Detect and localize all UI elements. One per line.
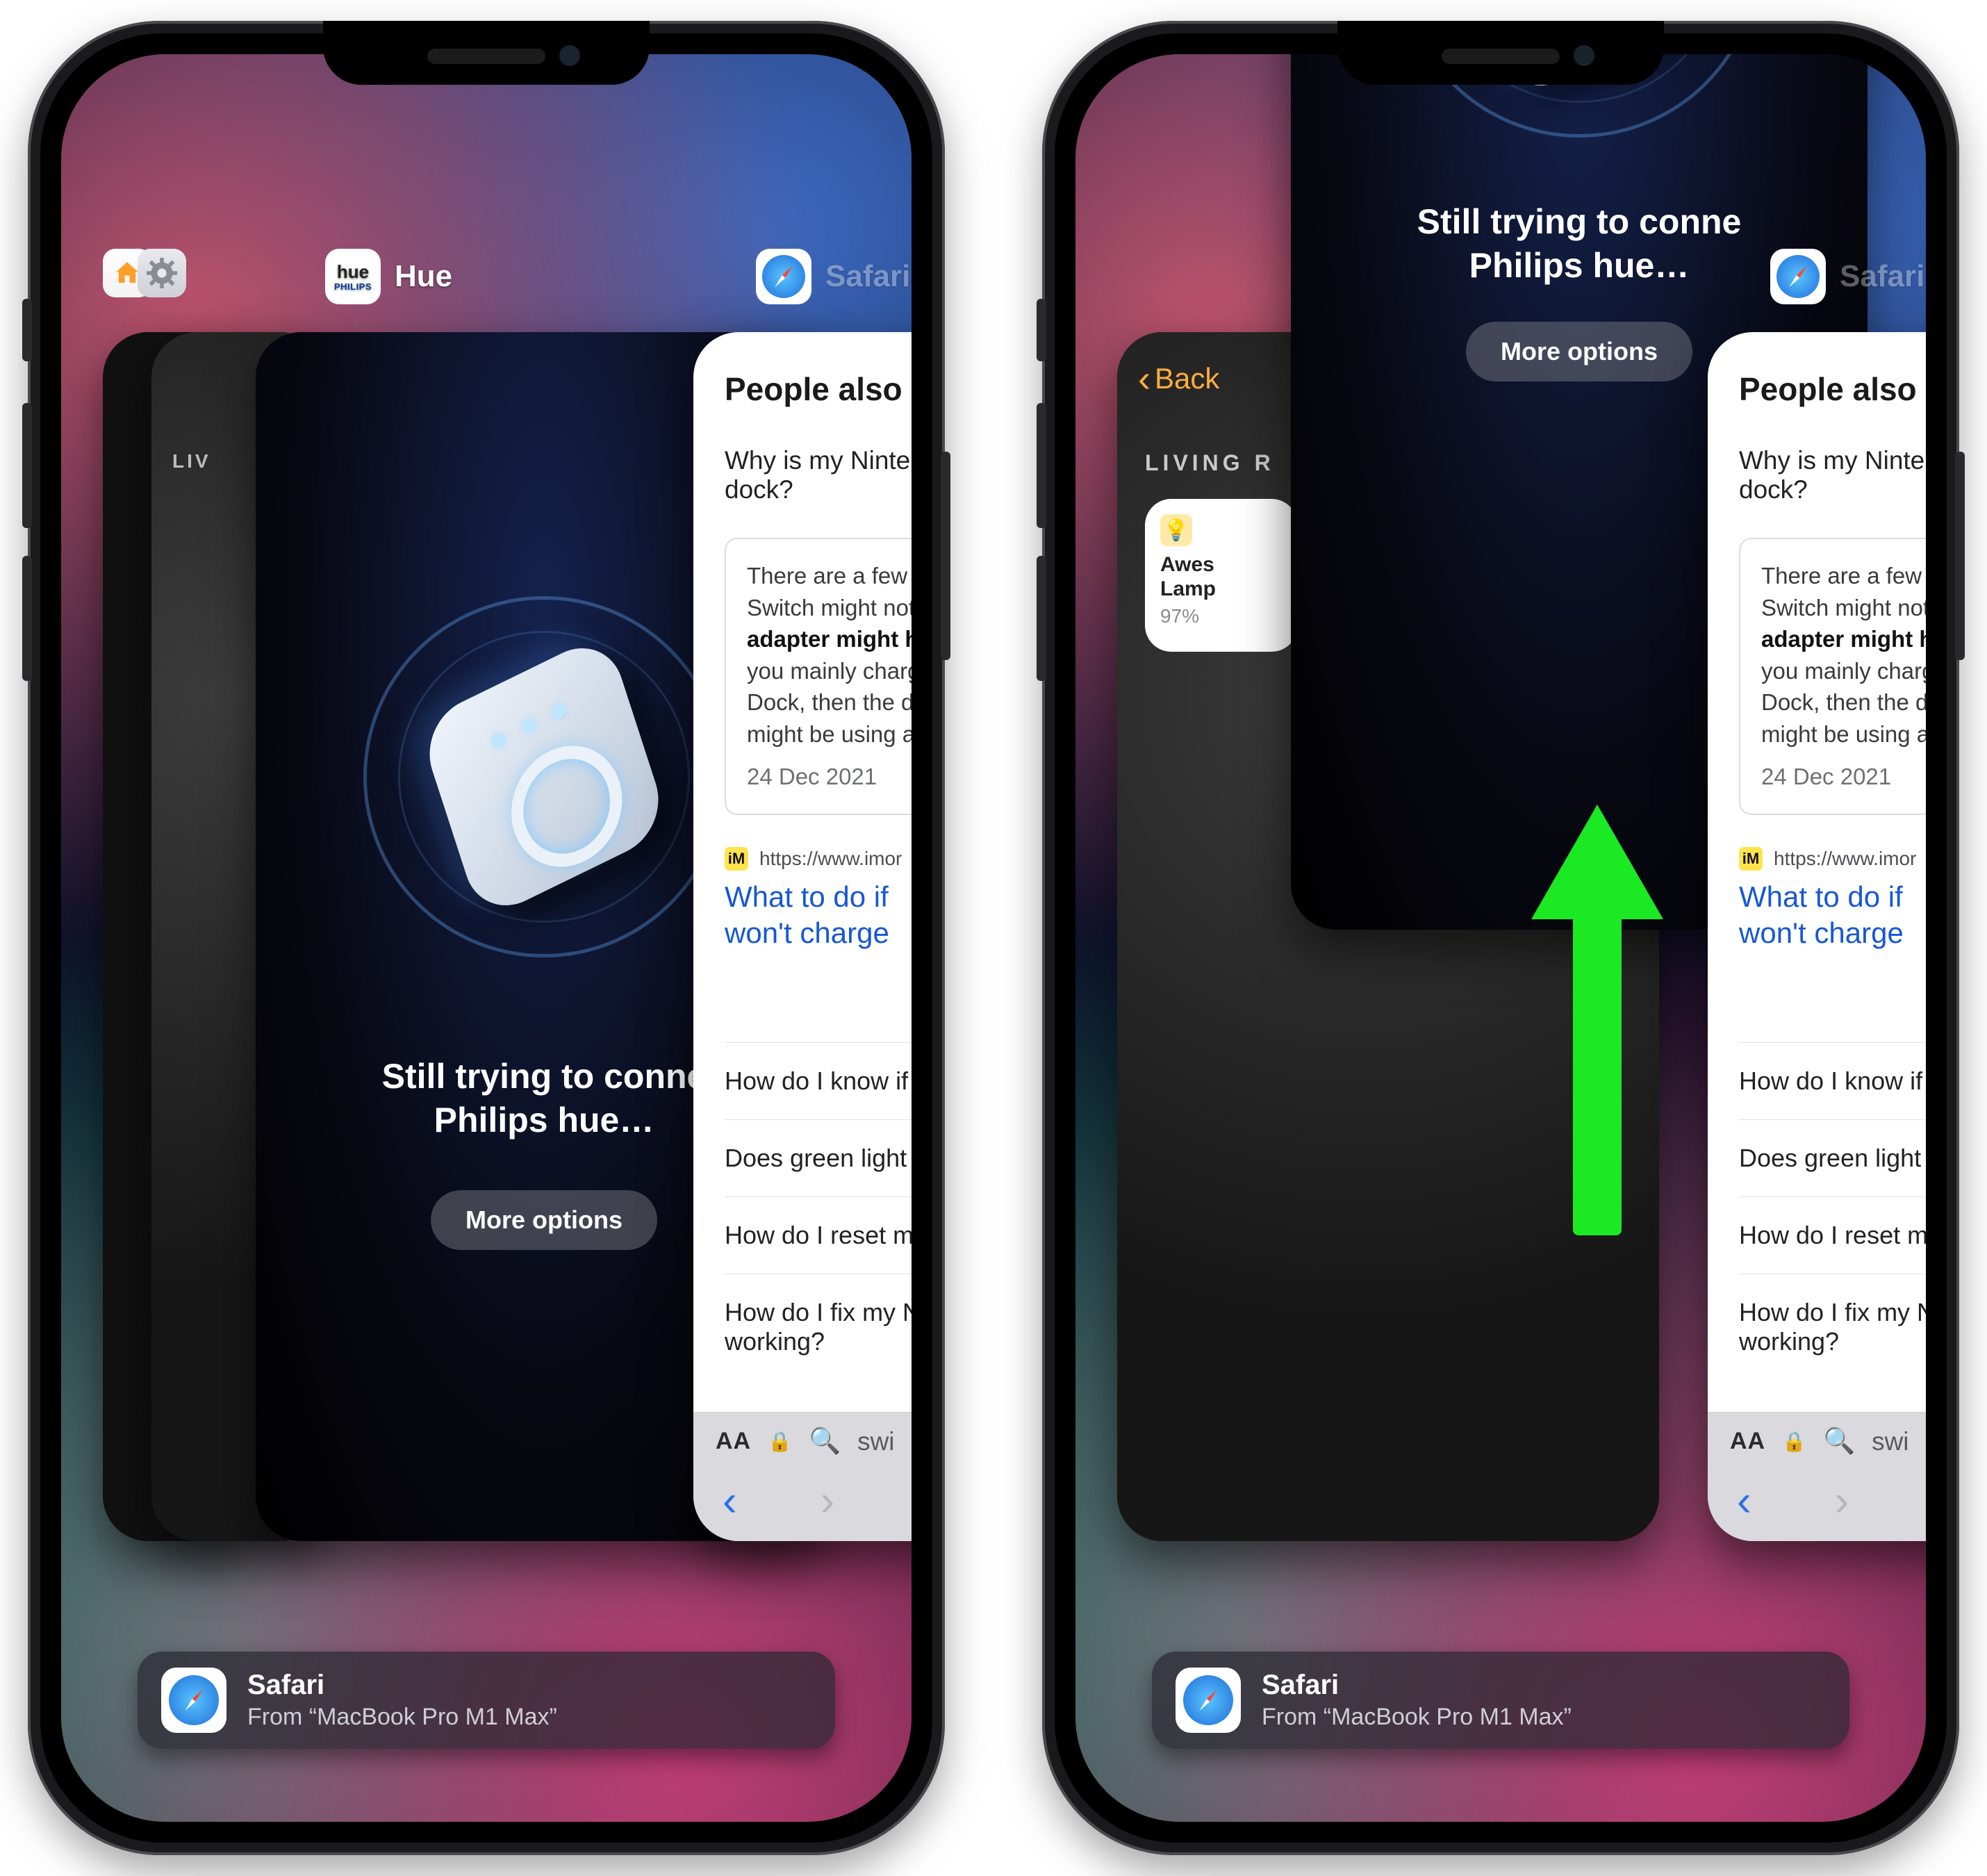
safari-app-icon[interactable]: [756, 249, 811, 304]
people-also-ask-heading: People also as: [725, 370, 912, 408]
paa-question[interactable]: How do I fix my Nintworking?: [1739, 1274, 1926, 1380]
paa-question[interactable]: How do I reset my Ni: [1739, 1196, 1926, 1274]
source-favicon: iM: [725, 847, 748, 871]
answer-date: 24 Dec 2021: [1761, 761, 1926, 793]
nav-back-button[interactable]: ‹: [723, 1480, 737, 1523]
safari-card[interactable]: People also as Why is my Nintendo dock? …: [693, 332, 912, 1541]
source-url: https://www.imor: [1774, 848, 1916, 870]
swipe-up-arrow-annotation: [1565, 805, 1630, 1235]
safari-card[interactable]: People also as Why is my Nintendo dock? …: [1708, 332, 1926, 1541]
handoff-title: Safari: [1262, 1670, 1572, 1701]
volume-down-button[interactable]: [22, 556, 32, 681]
iphone-mock-right: Safari ‹ Back LIVING R 💡 AwesLamp: [1042, 21, 1959, 1855]
paa-question[interactable]: How do I reset my Ni: [725, 1196, 912, 1274]
paa-question[interactable]: How do I fix my Nintworking?: [725, 1274, 912, 1380]
paa-question-1[interactable]: Why is my Nintendo dock?: [725, 446, 912, 504]
chevron-left-icon: ‹: [1138, 360, 1151, 397]
volume-down-button[interactable]: [1037, 556, 1046, 681]
handoff-banner[interactable]: Safari From “MacBook Pro M1 Max”: [1152, 1652, 1849, 1749]
settings-app-icon[interactable]: [138, 249, 186, 297]
handoff-subtitle: From “MacBook Pro M1 Max”: [247, 1704, 557, 1731]
hue-icon-sub: PHILIPS: [334, 282, 372, 291]
safari-app-icon[interactable]: [1770, 249, 1826, 304]
handoff-banner[interactable]: Safari From “MacBook Pro M1 Max”: [138, 1652, 835, 1749]
paa-question[interactable]: How do I know if my: [725, 1042, 912, 1119]
handoff-title: Safari: [247, 1670, 557, 1701]
volume-up-button[interactable]: [1037, 403, 1046, 528]
hue-app-label: Hue: [395, 259, 452, 294]
source-title-link[interactable]: What to do if won't charge: [725, 879, 912, 952]
hue-status-text: Still trying to conne Philips hue…: [368, 1055, 720, 1142]
paa-question[interactable]: Does green light on s: [1739, 1119, 1926, 1196]
address-text[interactable]: swi: [1872, 1427, 1908, 1456]
volume-up-button[interactable]: [22, 403, 32, 528]
answer-date: 24 Dec 2021: [747, 761, 912, 793]
iphone-mock-left: hue PHILIPS Hue Safari ‹ LIV: [28, 21, 945, 1855]
source-favicon: iM: [1739, 847, 1763, 871]
home-room-label: LIV: [172, 450, 211, 472]
hue-bridge-graphic: [349, 582, 739, 971]
handoff-subtitle: From “MacBook Pro M1 Max”: [1262, 1704, 1572, 1731]
app-switcher-header: Safari: [1075, 249, 1926, 332]
home-accessory-tile[interactable]: 💡 AwesLamp 97%: [1145, 499, 1298, 652]
silence-switch[interactable]: [22, 299, 32, 361]
source-url: https://www.imor: [759, 848, 902, 870]
hue-app-icon[interactable]: hue PHILIPS: [325, 249, 381, 304]
notch: [1337, 21, 1664, 85]
notch: [323, 21, 650, 85]
paa-question[interactable]: Does green light on s: [725, 1119, 912, 1196]
safari-toolbar: AA 🔒 🔍 swi ‹ ›: [1708, 1412, 1926, 1541]
featured-answer: There are a few dif Switch might not b a…: [725, 538, 912, 815]
paa-question-1[interactable]: Why is my Nintendo dock?: [1739, 446, 1926, 504]
home-back-label: Back: [1155, 362, 1219, 395]
lock-icon: 🔒: [1782, 1430, 1806, 1453]
power-button[interactable]: [1955, 452, 1965, 660]
nav-back-button[interactable]: ‹: [1737, 1480, 1751, 1523]
featured-answer: There are a few dif Switch might not b a…: [1739, 538, 1926, 815]
lamp-icon: 💡: [1160, 514, 1192, 546]
text-size-button[interactable]: AA: [1730, 1428, 1765, 1455]
nav-forward-button: ›: [1835, 1480, 1849, 1523]
search-icon: 🔍: [1823, 1426, 1855, 1456]
safari-app-label: Safari: [825, 259, 910, 294]
lock-icon: 🔒: [768, 1430, 792, 1453]
safari-toolbar: AA 🔒 🔍 swi ‹ ›: [693, 1412, 912, 1541]
home-room-label: LIVING R: [1145, 450, 1275, 476]
tile-percent: 97%: [1160, 605, 1283, 627]
silence-switch[interactable]: [1037, 299, 1046, 361]
paa-list: How do I know if my Does green light on …: [1739, 1042, 1926, 1380]
safari-app-label: Safari: [1840, 259, 1924, 294]
paa-question[interactable]: How do I know if my: [1739, 1042, 1926, 1119]
text-size-button[interactable]: AA: [716, 1428, 751, 1455]
address-text[interactable]: swi: [857, 1427, 894, 1456]
people-also-ask-heading: People also as: [1739, 370, 1926, 408]
search-icon: 🔍: [809, 1426, 841, 1456]
hue-icon-text: hue: [337, 263, 369, 281]
app-switcher-header: hue PHILIPS Hue Safari: [61, 249, 912, 332]
safari-handoff-icon: [161, 1668, 226, 1733]
power-button[interactable]: [941, 452, 950, 660]
nav-forward-button: ›: [821, 1480, 835, 1523]
screen: hue PHILIPS Hue Safari ‹ LIV: [61, 54, 912, 1822]
paa-list: How do I know if my Does green light on …: [725, 1042, 912, 1380]
safari-handoff-icon: [1176, 1668, 1241, 1733]
screen: Safari ‹ Back LIVING R 💡 AwesLamp: [1075, 54, 1926, 1822]
source-title-link[interactable]: What to do if won't charge: [1739, 879, 1926, 952]
more-options-button[interactable]: More options: [431, 1190, 657, 1250]
